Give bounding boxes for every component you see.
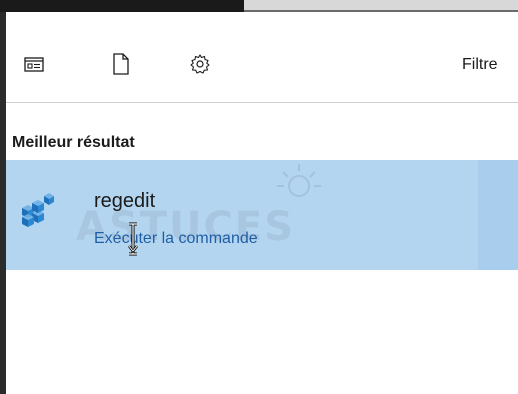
result-app-name: regedit [94, 190, 156, 212]
taskbar-edge [0, 0, 244, 12]
window-top-strip [0, 0, 518, 12]
run-command-link[interactable]: Exécuter la commande [94, 230, 258, 248]
best-result-heading: Meilleur résultat [12, 134, 135, 151]
best-result-item[interactable]: ASTUCES regedit Exécuter la commande [6, 160, 518, 270]
apps-icon[interactable] [22, 52, 46, 76]
gear-icon[interactable] [188, 52, 212, 76]
search-toolbar: Filtre [6, 12, 518, 104]
document-icon[interactable] [109, 52, 133, 76]
registry-cubes-icon [22, 193, 54, 227]
filter-button[interactable]: Filtre [462, 56, 498, 74]
text-cursor-icon [127, 222, 139, 256]
search-panel: Filtre Meilleur résultat ASTUCES regedit… [6, 12, 518, 394]
toolbar-divider [6, 102, 518, 103]
watermark-sun-icon [277, 164, 321, 197]
